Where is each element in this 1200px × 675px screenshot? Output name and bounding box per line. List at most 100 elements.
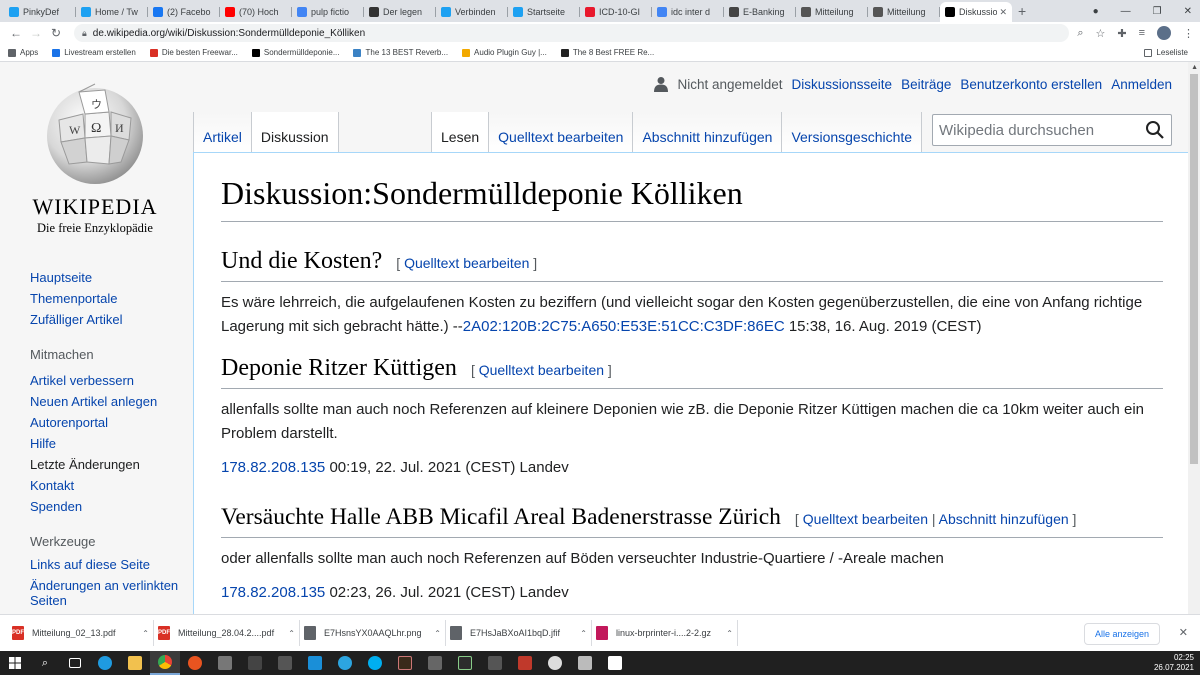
sidebar-link[interactable]: Links auf diese Seite: [30, 557, 190, 572]
browser-tab[interactable]: (2) Facebo: [148, 2, 220, 22]
lock-icon[interactable]: 🔒︎: [82, 28, 87, 39]
url-bar[interactable]: 🔒︎ de.wikipedia.org/wiki/Diskussion:Sond…: [74, 24, 1070, 42]
sidebar-link[interactable]: Autorenportal: [30, 412, 190, 433]
taskbar-app-5[interactable]: [300, 651, 330, 675]
reload-icon[interactable]: ↻: [46, 26, 66, 40]
download-item[interactable]: linux-brprinter-i....2-2.gz ⌃: [592, 620, 738, 646]
taskbar-search-button[interactable]: ⌕: [30, 651, 60, 675]
reading-mode-icon[interactable]: ≡: [1139, 27, 1145, 39]
taskbar-app-2[interactable]: [210, 651, 240, 675]
page-scrollbar[interactable]: ▲: [1188, 62, 1200, 614]
sidebar-link[interactable]: Themenportale: [30, 288, 190, 309]
start-button[interactable]: [0, 651, 30, 675]
sidebar-link[interactable]: Spenden: [30, 496, 190, 517]
chevron-up-icon[interactable]: ⌃: [288, 629, 295, 638]
bookmark-star-icon[interactable]: ☆: [1095, 27, 1105, 40]
user-link[interactable]: 2A02:120B:2C75:A650:E53E:51CC:C3DF:86EC: [463, 318, 785, 335]
tab-lesen[interactable]: Lesen: [431, 112, 489, 152]
taskbar-app-12[interactable]: [510, 651, 540, 675]
download-item[interactable]: E7HsnsYX0AAQLhr.png ⌃: [300, 620, 446, 646]
wikipedia-logo[interactable]: Ω W И ウ Wikipedia Die freie Enzyklopädie: [30, 80, 160, 236]
bookmark-item[interactable]: Die besten Freewar...: [149, 48, 238, 57]
browser-tab[interactable]: Verbinden: [436, 2, 508, 22]
scroll-up-icon[interactable]: ▲: [1191, 64, 1198, 71]
taskbar-app-14[interactable]: [570, 651, 600, 675]
tab-artikel[interactable]: Artikel: [193, 112, 251, 152]
taskbar-app-8[interactable]: [390, 651, 420, 675]
browser-tab[interactable]: (70) Hoch: [220, 2, 292, 22]
chevron-up-icon[interactable]: ⌃: [726, 629, 733, 638]
browser-tab[interactable]: idc inter d: [652, 2, 724, 22]
download-item[interactable]: PDF Mitteilung_28.04.2....pdf ⌃: [154, 620, 300, 646]
taskbar-app-3[interactable]: [240, 651, 270, 675]
taskbar-app-15[interactable]: [600, 651, 630, 675]
scrollbar-thumb[interactable]: [1190, 74, 1198, 464]
browser-tab[interactable]: pulp fictio: [292, 2, 364, 22]
bookmark-item[interactable]: The 13 BEST Reverb...: [353, 48, 448, 57]
browser-tab[interactable]: Startseite: [508, 2, 580, 22]
download-item[interactable]: E7HsJaBXoAI1bqD.jfif ⌃: [446, 620, 592, 646]
search-icon[interactable]: [1145, 120, 1165, 140]
contributions-link[interactable]: Beiträge: [901, 77, 951, 92]
sidebar-link[interactable]: Hauptseite: [30, 267, 190, 288]
tab-abschnitt-hinzufuegen[interactable]: Abschnitt hinzufügen: [632, 112, 782, 152]
taskbar-app-4[interactable]: [270, 651, 300, 675]
tab-diskussion[interactable]: Diskussion: [250, 112, 339, 152]
talk-page-link[interactable]: Diskussionsseite: [792, 77, 893, 92]
sidebar-link[interactable]: Kontakt: [30, 475, 190, 496]
reading-list-button[interactable]: Leseliste: [1144, 48, 1188, 57]
browser-tab[interactable]: Mitteilung: [796, 2, 868, 22]
close-tab-icon[interactable]: ✕: [999, 7, 1007, 18]
sidebar-link[interactable]: Änderungen an verlinkten Seiten: [30, 578, 190, 608]
bookmark-item[interactable]: Sondermülldeponie...: [251, 48, 339, 57]
profile-avatar[interactable]: [1157, 26, 1171, 40]
edit-source-link[interactable]: Quelltext bearbeiten: [479, 362, 604, 378]
browser-tab[interactable]: PinkyDef: [4, 2, 76, 22]
taskbar-explorer[interactable]: [120, 651, 150, 675]
chevron-up-icon[interactable]: ⌃: [434, 629, 441, 638]
bookmark-item[interactable]: Apps: [8, 48, 38, 57]
tab-search-icon[interactable]: ●: [1093, 6, 1099, 17]
restore-icon[interactable]: ❐: [1153, 6, 1162, 17]
add-section-link[interactable]: Abschnitt hinzufügen: [939, 511, 1069, 527]
tab-versionsgeschichte[interactable]: Versionsgeschichte: [781, 112, 923, 152]
tab-quelltext-bearbeiten[interactable]: Quelltext bearbeiten: [488, 112, 633, 152]
system-tray-clock[interactable]: 02:25 26.07.2021: [1154, 653, 1194, 673]
taskbar-app-9[interactable]: [420, 651, 450, 675]
taskbar-chrome[interactable]: [150, 651, 180, 675]
url-text[interactable]: de.wikipedia.org/wiki/Diskussion:Sonderm…: [93, 28, 365, 39]
taskbar-app-10[interactable]: [450, 651, 480, 675]
close-window-icon[interactable]: ✕: [1184, 6, 1192, 17]
login-link[interactable]: Anmelden: [1111, 77, 1172, 92]
browser-tab[interactable]: ICD-10-GI: [580, 2, 652, 22]
sidebar-link[interactable]: Neuen Artikel anlegen: [30, 391, 190, 412]
download-item[interactable]: PDF Mitteilung_02_13.pdf ⌃: [8, 620, 154, 646]
taskbar-app-13[interactable]: [540, 651, 570, 675]
extensions-icon[interactable]: ✚: [1117, 27, 1126, 40]
edit-source-link[interactable]: Quelltext bearbeiten: [803, 511, 928, 527]
show-all-downloads-button[interactable]: Alle anzeigen: [1083, 623, 1160, 645]
forward-icon[interactable]: →: [26, 26, 46, 40]
back-icon[interactable]: ←: [6, 26, 26, 40]
taskbar-task-view[interactable]: [60, 651, 90, 675]
sidebar-link[interactable]: Hilfe: [30, 433, 190, 454]
browser-tab[interactable]: Home / Tw: [76, 2, 148, 22]
chevron-up-icon[interactable]: ⌃: [142, 629, 149, 638]
user-link[interactable]: 178.82.208.135: [221, 584, 325, 601]
wiki-search-input[interactable]: Wikipedia durchsuchen: [932, 114, 1172, 146]
taskbar-edge[interactable]: [90, 651, 120, 675]
browser-tab[interactable]: Mitteilung: [868, 2, 940, 22]
bookmark-item[interactable]: The 8 Best FREE Re...: [560, 48, 654, 57]
edit-source-link[interactable]: Quelltext bearbeiten: [404, 255, 529, 271]
browser-tab[interactable]: Der legen: [364, 2, 436, 22]
create-account-link[interactable]: Benutzerkonto erstellen: [960, 77, 1102, 92]
user-link[interactable]: 178.82.208.135: [221, 459, 325, 476]
new-tab-button[interactable]: +: [1018, 2, 1026, 22]
sidebar-link[interactable]: Zufälliger Artikel: [30, 309, 190, 330]
zoom-icon[interactable]: ⌕: [1077, 27, 1083, 40]
browser-tab[interactable]: E-Banking: [724, 2, 796, 22]
close-downloads-icon[interactable]: ✕: [1179, 626, 1188, 639]
taskbar-app-11[interactable]: [480, 651, 510, 675]
minimize-icon[interactable]: —: [1121, 6, 1131, 17]
bookmark-item[interactable]: Livestream erstellen: [52, 48, 136, 57]
